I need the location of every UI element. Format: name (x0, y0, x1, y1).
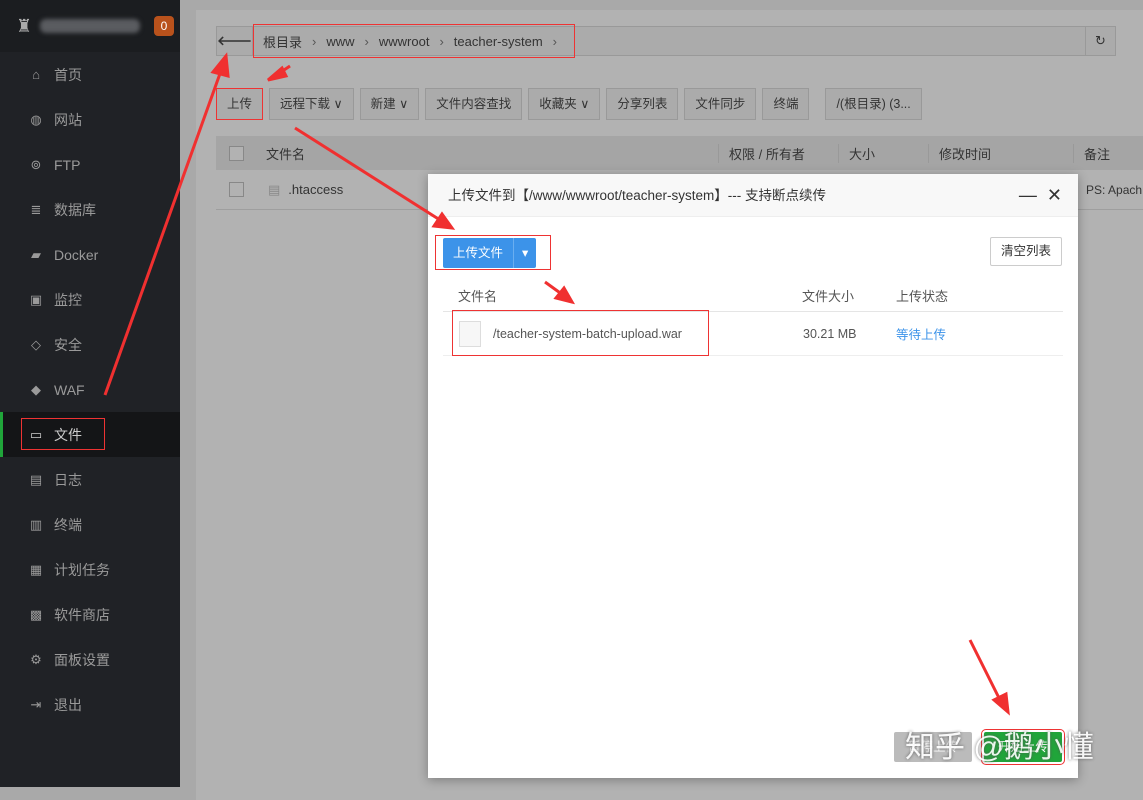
notification-badge[interactable]: 0 (154, 16, 174, 36)
sidebar-item-6[interactable]: ◇ 安全 (0, 322, 180, 367)
upload-list-header: 文件名 文件大小 上传状态 (443, 280, 1063, 312)
logo-icon: ♜ (16, 15, 33, 36)
annotation-box (452, 310, 709, 356)
sidebar-item-8[interactable]: ▭ 文件 (0, 412, 180, 457)
watermark: 知乎 @鹅小懂 (905, 731, 1094, 764)
nav-icon: ◇ (31, 336, 41, 352)
upload-dialog: 上传文件到【/www/wwwroot/teacher-system】--- 支持… (428, 174, 1078, 778)
annotation-box (21, 418, 105, 450)
toolbar-button-5[interactable]: 分享列表 (606, 88, 679, 120)
nav-icon: ▥ (29, 516, 43, 532)
toolbar-button-6[interactable]: 文件同步 (684, 88, 757, 120)
sidebar-item-14[interactable]: ⇥ 退出 (0, 682, 180, 727)
nav-icon: ⇥ (30, 696, 42, 712)
col-name: 文件名 (266, 146, 306, 162)
toolbar-button-1[interactable]: 远程下载 ∨ (269, 88, 354, 120)
nav-icon: ◍ (30, 111, 42, 127)
col-mtime: 修改时间 (928, 143, 1073, 163)
table-header: 文件名 权限 / 所有者 大小 修改时间 备注 (216, 136, 1143, 170)
sidebar-item-4[interactable]: ▰ Docker (0, 232, 180, 277)
nav-icon: ▩ (29, 606, 43, 622)
sidebar-item-label: 软件商店 (54, 606, 110, 623)
sidebar-item-label: WAF (54, 381, 85, 398)
refresh-icon[interactable]: ↻ (1085, 27, 1115, 55)
close-icon[interactable]: ✕ (1047, 185, 1062, 205)
col-permission: 权限 / 所有者 (718, 143, 838, 163)
annotation-box (253, 24, 575, 58)
select-all-checkbox[interactable] (229, 145, 244, 161)
col-status: 上传状态 (896, 289, 949, 304)
breadcrumb: 🡐 根目录 › www › wwwroot › teacher-system › ↻ (216, 24, 1116, 58)
sidebar-item-label: 终端 (54, 516, 82, 533)
dialog-title: 上传文件到【/www/wwwroot/teacher-system】--- 支持… (448, 188, 827, 203)
toolbar-button-8[interactable]: /(根目录) (3... (825, 88, 922, 120)
minimize-icon[interactable]: — (1019, 185, 1037, 205)
nav-icon: ⊚ (30, 156, 42, 172)
sidebar: ♜ 0 ⌂ 首页 ◍ 网站 ⊚ FTP ≣ 数据库 ▰ Docker ▣ 监控 ◇ 安全 ◆ WAF ▭ 文件 ▤ 日… (0, 0, 180, 787)
file-note: PS: Apach (1086, 182, 1143, 197)
sidebar-item-label: 退出 (54, 696, 82, 713)
sidebar-item-1[interactable]: ◍ 网站 (0, 97, 180, 142)
sidebar-item-label: 计划任务 (54, 561, 110, 578)
sidebar-item-9[interactable]: ▤ 日志 (0, 457, 180, 502)
nav-icon: ◆ (31, 381, 41, 397)
file-icon: ▤ (268, 181, 281, 197)
col-note: 备注 (1073, 143, 1110, 163)
nav-icon: ≣ (30, 201, 42, 217)
nav-icon: ▤ (29, 471, 43, 487)
sidebar-item-label: FTP (54, 156, 81, 173)
upload-file-size: 30.21 MB (803, 326, 857, 341)
dialog-header: 上传文件到【/www/wwwroot/teacher-system】--- 支持… (428, 174, 1078, 217)
sidebar-item-label: Docker (54, 246, 99, 263)
sidebar-item-label: 面板设置 (54, 651, 110, 668)
sidebar-item-label: 安全 (54, 336, 82, 353)
sidebar-item-3[interactable]: ≣ 数据库 (0, 187, 180, 232)
row-checkbox[interactable] (229, 182, 244, 197)
sidebar-item-7[interactable]: ◆ WAF (0, 367, 180, 412)
sidebar-item-label: 首页 (54, 66, 82, 83)
sidebar-item-label: 监控 (54, 291, 82, 308)
sidebar-item-12[interactable]: ▩ 软件商店 (0, 592, 180, 637)
server-name-blurred (40, 19, 141, 33)
sidebar-item-label: 日志 (54, 471, 82, 488)
nav-icon: ▰ (31, 246, 41, 262)
sidebar-item-label: 数据库 (54, 201, 96, 218)
sidebar-item-11[interactable]: ▦ 计划任务 (0, 547, 180, 592)
clear-list-button[interactable]: 清空列表 (989, 237, 1062, 266)
file-name[interactable]: .htaccess (288, 182, 343, 197)
col-filesize: 文件大小 (802, 289, 855, 304)
toolbar-button-2[interactable]: 新建 ∨ (359, 88, 420, 120)
upload-status: 等待上传 (896, 328, 947, 342)
annotation-box (435, 235, 551, 270)
nav-icon: ⌂ (32, 67, 40, 82)
toolbar-button-7[interactable]: 终端 (762, 88, 810, 120)
sidebar-item-10[interactable]: ▥ 终端 (0, 502, 180, 547)
sidebar-item-label: 网站 (54, 111, 82, 128)
nav-icon: ▣ (29, 291, 43, 307)
toolbar-button-0[interactable]: 上传 (216, 88, 264, 120)
logo: ♜ (0, 0, 180, 52)
sidebar-item-0[interactable]: ⌂ 首页 (0, 52, 180, 97)
back-button[interactable]: 🡐 (217, 27, 253, 55)
sidebar-item-13[interactable]: ⚙ 面板设置 (0, 637, 180, 682)
sidebar-item-2[interactable]: ⊚ FTP (0, 142, 180, 187)
col-size: 大小 (838, 143, 928, 163)
sidebar-item-5[interactable]: ▣ 监控 (0, 277, 180, 322)
col-filename: 文件名 (458, 289, 498, 304)
nav-icon: ▦ (29, 561, 43, 577)
nav-icon: ⚙ (30, 651, 42, 667)
toolbar-button-4[interactable]: 收藏夹 ∨ (528, 88, 601, 120)
toolbar-button-3[interactable]: 文件内容查找 (425, 88, 523, 120)
